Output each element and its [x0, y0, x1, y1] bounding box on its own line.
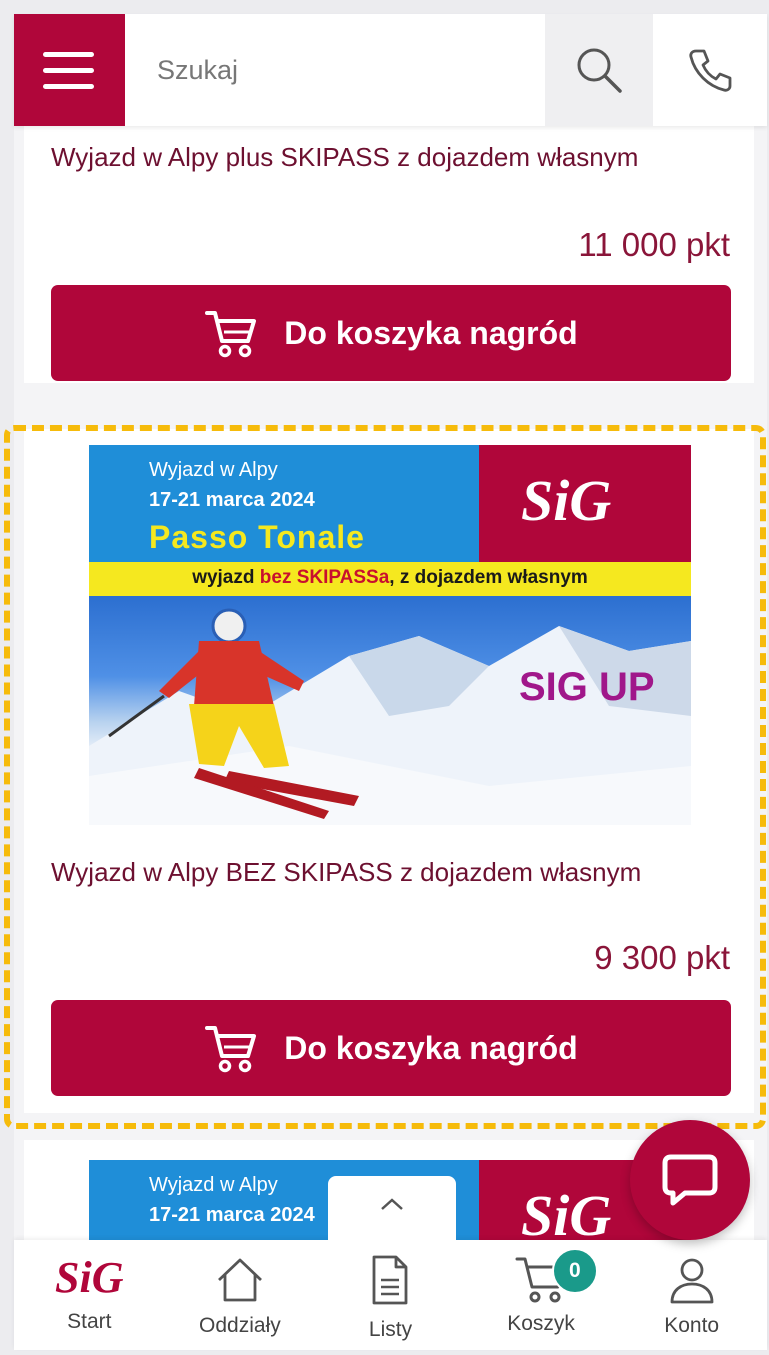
app-screen: Wyjazd w Alpy plus SKIPASS z dojazdem wł…	[0, 0, 769, 1355]
product-title[interactable]: Wyjazd w Alpy plus SKIPASS z dojazdem wł…	[51, 142, 638, 173]
phone-button[interactable]	[653, 14, 767, 126]
user-icon	[670, 1258, 714, 1304]
sig-logo-icon: SiG	[55, 1253, 124, 1302]
nav-item-listy[interactable]: Listy	[315, 1240, 466, 1350]
product-title[interactable]: Wyjazd w Alpy BEZ SKIPASS z dojazdem wła…	[51, 857, 641, 888]
nav-item-konto[interactable]: Konto	[616, 1240, 767, 1350]
nav-item-oddzialy[interactable]: Oddziały	[165, 1240, 316, 1350]
chat-icon	[662, 1154, 718, 1206]
banner-headline: Passo Tonale	[149, 519, 365, 555]
add-to-cart-label: Do koszyka nagród	[284, 1029, 578, 1066]
strip-suffix: , z dojazdem własnym	[389, 567, 588, 588]
banner-line1: Wyjazd w Alpy	[149, 459, 278, 481]
nav-label: Oddziały	[199, 1314, 281, 1337]
sig-logo: SiG	[521, 1183, 612, 1248]
add-to-cart-button[interactable]: Do koszyka nagród	[51, 285, 731, 381]
add-to-cart-button[interactable]: Do koszyka nagród	[51, 1000, 731, 1096]
strip-prefix: wyjazd	[192, 567, 260, 588]
product-card: Wyjazd w Alpy 17-21 marca 2024 Passo Ton…	[24, 429, 754, 1113]
cart-icon	[205, 311, 257, 358]
search-icon	[577, 48, 622, 93]
phone-icon	[689, 49, 732, 92]
nav-label: Koszyk	[507, 1312, 575, 1335]
scroll-top-button[interactable]	[328, 1176, 456, 1246]
nav-label: Start	[67, 1310, 112, 1333]
banner-line1: Wyjazd w Alpy	[149, 1174, 278, 1196]
chevron-up-icon	[381, 1198, 403, 1210]
search-input[interactable]	[125, 14, 545, 126]
search-button[interactable]	[545, 14, 653, 126]
sig-up-logo: SIG UP	[519, 665, 655, 709]
product-card: Wyjazd w Alpy plus SKIPASS z dojazdem wł…	[24, 100, 754, 383]
banner-dates: 17-21 marca 2024	[149, 489, 315, 511]
sig-logo: SiG	[521, 468, 612, 533]
product-banner-image[interactable]: Wyjazd w Alpy 17-21 marca 2024 Passo Ton…	[89, 445, 691, 825]
nav-label: Konto	[664, 1314, 720, 1337]
chat-button[interactable]	[630, 1120, 750, 1240]
nav-item-start[interactable]: SiG Start	[14, 1240, 165, 1350]
top-header	[14, 14, 767, 126]
strip-highlight: bez SKIPASSa	[259, 567, 390, 588]
product-price: 9 300 pkt	[594, 939, 730, 976]
home-icon	[217, 1258, 262, 1302]
banner-strip-text: wyjazd bez SKIPASSa, z dojazdem własnym	[89, 567, 691, 589]
banner-dates: 17-21 marca 2024	[149, 1204, 315, 1226]
nav-item-koszyk[interactable]: 0 Koszyk	[466, 1240, 617, 1350]
product-price: 11 000 pkt	[578, 226, 730, 263]
add-to-cart-label: Do koszyka nagród	[284, 314, 578, 351]
banner-ski-photo	[89, 596, 691, 825]
nav-label: Listy	[368, 1318, 413, 1341]
cart-icon	[205, 1026, 257, 1073]
bottom-navigation: SiG Start Oddziały Listy 0 Koszyk Konto	[14, 1240, 767, 1350]
mountain-skier-illustration	[89, 608, 691, 825]
menu-button[interactable]	[14, 14, 125, 126]
cart-count-badge: 0	[551, 1248, 598, 1294]
document-icon	[373, 1255, 408, 1305]
